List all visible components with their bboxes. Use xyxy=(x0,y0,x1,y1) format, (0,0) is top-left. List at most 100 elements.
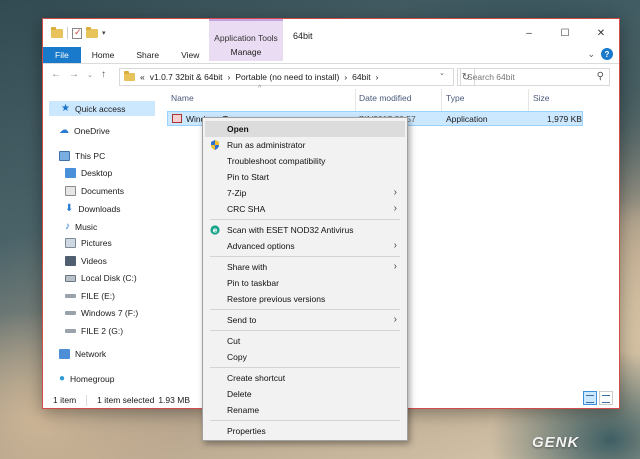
menu-item-pin-to-taskbar[interactable]: Pin to taskbar xyxy=(205,275,405,291)
menu-item-label: Properties xyxy=(227,426,266,436)
maximize-button[interactable]: ☐ xyxy=(547,19,583,47)
sidebar-item-label: OneDrive xyxy=(74,125,110,136)
expand-ribbon-icon[interactable]: ⌄ xyxy=(587,49,595,60)
sidebar-item-homegroup[interactable]: ● Homegroup xyxy=(59,373,114,384)
sidebar-item-onedrive[interactable]: ☁ OneDrive xyxy=(59,125,110,136)
menu-item-pin-to-start[interactable]: Pin to Start xyxy=(205,169,405,185)
address-bar[interactable]: « v1.0.7 32bit & 64bit › Portable (no ne… xyxy=(119,68,454,86)
cloud-icon: ☁ xyxy=(59,125,69,136)
sidebar-item-local-disk-c[interactable]: Local Disk (C:) xyxy=(65,273,137,283)
menu-item-label: Scan with ESET NOD32 Antivirus xyxy=(227,225,354,235)
breadcrumb-segment[interactable]: 64bit xyxy=(352,72,370,82)
ribbon-tabs: File Home Share View Manage ⌄ ? xyxy=(43,47,619,63)
sidebar-item-quick-access[interactable]: ★ Quick access xyxy=(49,101,155,116)
menu-item-send-to[interactable]: Send to › xyxy=(205,312,405,328)
sidebar-item-this-pc[interactable]: This PC xyxy=(59,151,105,161)
menu-item-label: Rename xyxy=(227,405,260,415)
sidebar-item-network[interactable]: Network xyxy=(59,349,106,359)
column-header-name[interactable]: Name xyxy=(171,93,194,103)
new-folder-icon[interactable] xyxy=(86,26,98,38)
large-icons-view-button[interactable] xyxy=(599,391,613,405)
quick-access-toolbar: ▾ xyxy=(51,26,106,39)
breadcrumb-segment[interactable]: Portable (no need to install) xyxy=(235,72,339,82)
menu-item-create-shortcut[interactable]: Create shortcut xyxy=(205,370,405,386)
tab-manage[interactable]: Manage xyxy=(209,47,283,57)
sort-ascending-icon: ^ xyxy=(258,85,262,92)
tab-share[interactable]: Share xyxy=(125,47,170,63)
menu-item-delete[interactable]: Delete xyxy=(205,386,405,402)
tab-file[interactable]: File xyxy=(43,47,81,63)
drive-icon xyxy=(65,329,76,333)
menu-item-share-with[interactable]: Share with › xyxy=(205,259,405,275)
customize-dropdown-icon[interactable]: ▾ xyxy=(102,29,106,37)
window-controls: – ☐ ✕ xyxy=(511,19,619,47)
file-size: 1,979 KB xyxy=(547,114,582,124)
menu-item-advanced-options[interactable]: Advanced options › xyxy=(205,238,405,254)
minimize-button[interactable]: – xyxy=(511,19,547,47)
folder-icon[interactable] xyxy=(51,26,63,38)
column-header-type[interactable]: Type xyxy=(446,93,464,103)
details-view-button[interactable] xyxy=(583,391,597,405)
sidebar-item-downloads[interactable]: ⬇ Downloads xyxy=(65,203,120,214)
close-button[interactable]: ✕ xyxy=(583,19,619,47)
up-icon[interactable]: ↑ xyxy=(101,69,106,80)
menu-item-crc-sha[interactable]: CRC SHA › xyxy=(205,201,405,217)
column-divider[interactable] xyxy=(355,89,356,111)
menu-item-label: Advanced options xyxy=(227,241,295,251)
menu-item-rename[interactable]: Rename xyxy=(205,402,405,418)
sidebar-item-music[interactable]: ♪ Music xyxy=(65,221,97,232)
sidebar-item-label: FILE 2 (G:) xyxy=(81,326,124,336)
forward-icon[interactable]: → xyxy=(69,69,79,80)
menu-item-label: Copy xyxy=(227,352,247,362)
eset-icon: e xyxy=(210,225,220,235)
back-icon[interactable]: ← xyxy=(51,69,61,80)
breadcrumb-separator[interactable]: › xyxy=(344,72,347,82)
address-dropdown-icon[interactable]: ⌄ xyxy=(439,69,445,77)
drive-icon xyxy=(65,274,76,282)
column-header-size[interactable]: Size xyxy=(533,93,550,103)
videos-icon xyxy=(65,256,76,266)
menu-item-label: Open xyxy=(227,124,249,134)
path-overflow[interactable]: « xyxy=(140,72,145,82)
menu-item-open[interactable]: Open xyxy=(205,121,405,137)
submenu-arrow-icon: › xyxy=(393,240,397,251)
help-icon[interactable]: ? xyxy=(601,48,613,60)
column-divider[interactable] xyxy=(528,89,529,111)
sidebar-item-file-e[interactable]: FILE (E:) xyxy=(65,291,115,301)
menu-item-7-zip[interactable]: 7-Zip › xyxy=(205,185,405,201)
menu-separator xyxy=(210,256,400,257)
menu-item-copy[interactable]: Copy xyxy=(205,349,405,365)
search-input[interactable]: Search 64bit ⚲ xyxy=(460,68,610,86)
tab-view[interactable]: View xyxy=(170,47,210,63)
sidebar-item-label: Local Disk (C:) xyxy=(81,273,137,283)
computer-icon xyxy=(59,151,70,161)
menu-item-restore-previous-versions[interactable]: Restore previous versions xyxy=(205,291,405,307)
breadcrumb-separator[interactable]: › xyxy=(228,72,231,82)
menu-separator xyxy=(210,367,400,368)
breadcrumb-separator[interactable]: › xyxy=(376,72,379,82)
menu-item-scan-eset[interactable]: e Scan with ESET NOD32 Antivirus xyxy=(205,222,405,238)
sidebar-item-windows-7-f[interactable]: Windows 7 (F:) xyxy=(65,308,138,318)
properties-icon[interactable] xyxy=(72,27,82,39)
menu-item-label: Cut xyxy=(227,336,241,346)
column-divider[interactable] xyxy=(441,89,442,111)
menu-item-properties[interactable]: Properties xyxy=(205,423,405,439)
sidebar-item-desktop[interactable]: Desktop xyxy=(65,168,112,178)
sidebar-item-documents[interactable]: Documents xyxy=(65,186,124,196)
breadcrumb-segment[interactable]: v1.0.7 32bit & 64bit xyxy=(150,72,223,82)
documents-icon xyxy=(65,186,76,196)
search-placeholder: Search 64bit xyxy=(467,72,515,82)
sidebar-item-pictures[interactable]: Pictures xyxy=(65,238,112,248)
menu-item-cut[interactable]: Cut xyxy=(205,333,405,349)
menu-item-label: Share with xyxy=(227,262,268,272)
tab-home[interactable]: Home xyxy=(81,47,126,63)
recent-locations-icon[interactable]: ⌄ xyxy=(87,71,93,79)
menu-item-label: Troubleshoot compatibility xyxy=(227,156,326,166)
selection-size: 1.93 MB xyxy=(158,395,190,405)
sidebar-item-file-2-g[interactable]: FILE 2 (G:) xyxy=(65,326,123,336)
column-header-date[interactable]: Date modified xyxy=(359,93,411,103)
sidebar-item-label: Quick access xyxy=(74,103,126,114)
menu-item-troubleshoot-compatibility[interactable]: Troubleshoot compatibility xyxy=(205,153,405,169)
menu-item-run-as-administrator[interactable]: Run as administrator xyxy=(205,137,405,153)
sidebar-item-videos[interactable]: Videos xyxy=(65,256,107,266)
